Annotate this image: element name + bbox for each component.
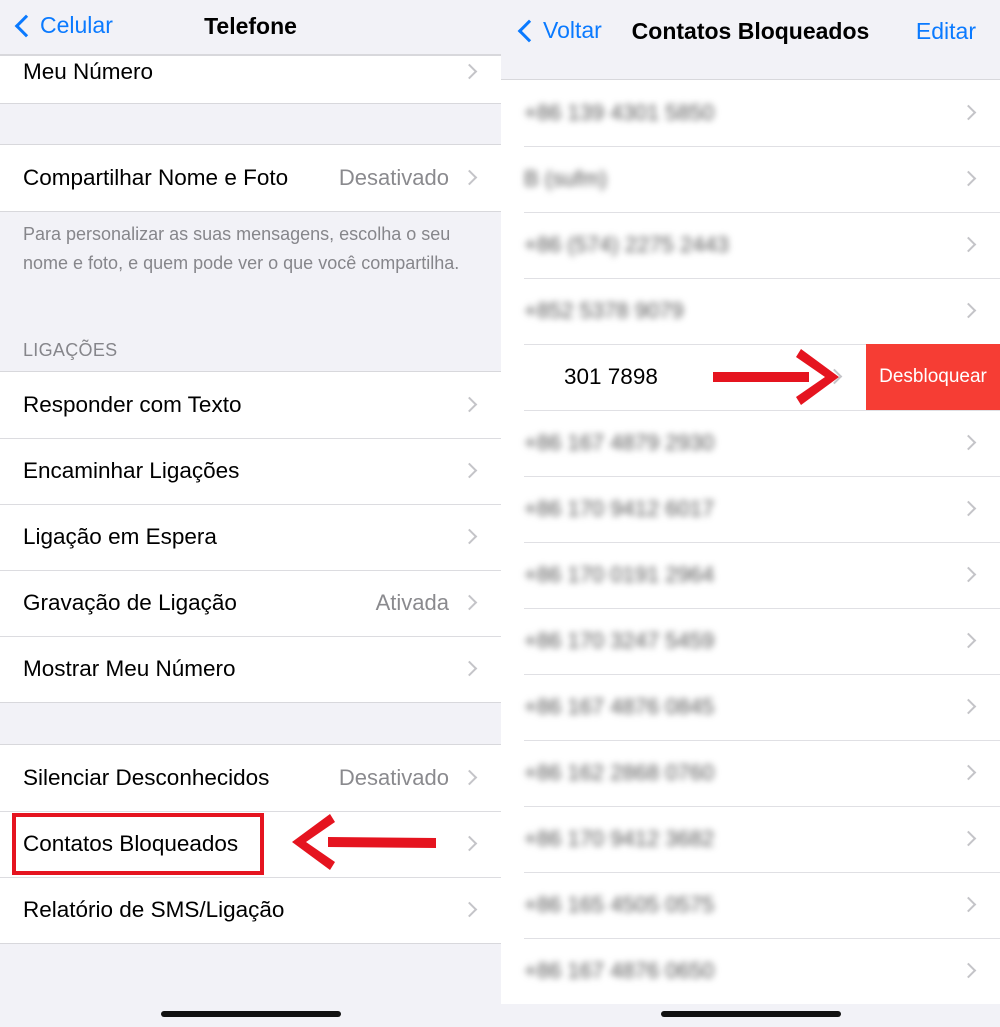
row-call-forwarding[interactable]: Encaminhar Ligações xyxy=(0,438,501,504)
chevron-right-icon xyxy=(960,302,977,319)
contact-number: 301 7898 xyxy=(564,364,658,389)
contact-number: +86 165 4505 0575 xyxy=(524,892,715,917)
home-indicator xyxy=(661,1011,841,1017)
nav-bar: Voltar Contatos Bloqueados Editar xyxy=(501,0,1000,80)
unblock-button[interactable]: Desbloquear xyxy=(866,344,1000,410)
blocked-contact-row[interactable]: +86 139 4301 5850 xyxy=(501,80,1000,146)
blocked-contact-row[interactable]: +86 167 4876 0845 xyxy=(501,674,1000,740)
chevron-right-icon xyxy=(461,901,478,918)
row-label: Gravação de Ligação xyxy=(23,590,237,615)
section-header-calls: LIGAÇÕES xyxy=(23,340,118,360)
my-number-group: Meu Número xyxy=(0,55,501,104)
row-show-my-number[interactable]: Mostrar Meu Número xyxy=(0,636,501,702)
blocked-contact-row[interactable]: +86 (574) 2275 2443 xyxy=(501,212,1000,278)
row-label: Mostrar Meu Número xyxy=(23,656,236,681)
row-label: Meu Número xyxy=(23,58,154,84)
row-call-recording[interactable]: Gravação de Ligação Ativada xyxy=(0,570,501,636)
nav-bar: Celular Telefone xyxy=(0,0,501,55)
chevron-right-icon xyxy=(461,169,478,186)
home-indicator xyxy=(161,1011,341,1017)
share-group: Compartilhar Nome e Foto Desativado xyxy=(0,144,501,212)
chevron-right-icon xyxy=(960,896,977,913)
calls-group: Responder com Texto Encaminhar Ligações … xyxy=(0,371,501,703)
contact-number: +86 170 0191 2964 xyxy=(524,562,715,587)
annotation-arrow-left-icon xyxy=(292,814,436,870)
contact-number: +86 170 3247 5459 xyxy=(524,628,715,653)
chevron-right-icon xyxy=(461,835,478,852)
chevron-right-icon xyxy=(461,594,478,611)
chevron-right-icon xyxy=(960,698,977,715)
contact-number: +86 167 4876 0650 xyxy=(524,958,715,983)
blocked-contact-row[interactable]: +86 167 4876 0650 xyxy=(501,938,1000,1004)
contact-number: +852 5378 9079 xyxy=(524,298,684,323)
row-call-waiting[interactable]: Ligação em Espera xyxy=(0,504,501,570)
contact-number: +86 167 4876 0845 xyxy=(524,694,715,719)
contact-number: +86 170 9412 3682 xyxy=(524,826,715,851)
blocked-contact-row[interactable]: +86 167 4879 2930 xyxy=(501,410,1000,476)
chevron-right-icon xyxy=(461,63,478,79)
annotation-highlight-box xyxy=(12,813,264,875)
row-share-name-photo[interactable]: Compartilhar Nome e Foto Desativado xyxy=(0,145,501,211)
row-label: Relatório de SMS/Ligação xyxy=(23,897,285,922)
chevron-right-icon xyxy=(960,236,977,253)
contact-number: +86 170 9412 6017 xyxy=(524,496,715,521)
contact-number: +86 139 4301 5850 xyxy=(524,100,715,125)
edit-button[interactable]: Editar xyxy=(916,18,976,45)
page-title: Telefone xyxy=(204,13,297,39)
blocked-contact-row[interactable]: +86 170 0191 2964 xyxy=(501,542,1000,608)
row-label: Responder com Texto xyxy=(23,392,242,417)
chevron-right-icon xyxy=(960,500,977,517)
contact-number: +86 167 4879 2930 xyxy=(524,430,715,455)
blocked-contact-row[interactable]: +86 170 9412 3682 xyxy=(501,806,1000,872)
contact-number: +86 162 2868 0760 xyxy=(524,760,715,785)
chevron-right-icon xyxy=(461,660,478,677)
phone-settings-screen: Celular Telefone Meu Número Compartilhar… xyxy=(0,0,501,1027)
blocked-contact-row[interactable]: +86 170 9412 6017 xyxy=(501,476,1000,542)
row-label: Ligação em Espera xyxy=(23,524,217,549)
blocked-contacts-list: +86 139 4301 5850 B (sufm) +86 (574) 2275 … xyxy=(501,80,1000,1004)
chevron-right-icon xyxy=(960,434,977,451)
row-label: Compartilhar Nome e Foto xyxy=(23,165,289,190)
row-reply-with-text[interactable]: Responder com Texto xyxy=(0,372,501,438)
row-value: Desativado xyxy=(338,765,449,790)
blocked-contact-row[interactable]: +86 162 2868 0760 xyxy=(501,740,1000,806)
chevron-right-icon xyxy=(960,830,977,847)
row-sms-call-report[interactable]: Relatório de SMS/Ligação xyxy=(0,877,501,943)
share-footnote: Para personalizar as suas mensagens, esc… xyxy=(23,224,460,273)
blocked-contacts-screen: Voltar Contatos Bloqueados Editar +86 13… xyxy=(501,0,1000,1027)
contact-number: B (sufm) xyxy=(524,166,608,191)
chevron-right-icon xyxy=(960,104,977,121)
blocked-contact-row[interactable]: +86 165 4505 0575 xyxy=(501,872,1000,938)
chevron-right-icon xyxy=(461,462,478,479)
row-label: Encaminhar Ligações xyxy=(23,458,240,483)
chevron-right-icon xyxy=(960,170,977,187)
chevron-right-icon xyxy=(960,764,977,781)
chevron-right-icon xyxy=(461,528,478,545)
row-silence-unknown[interactable]: Silenciar Desconhecidos Desativado xyxy=(0,745,501,811)
chevron-right-icon xyxy=(960,962,977,979)
annotation-arrow-right-icon xyxy=(713,349,839,405)
row-value: Desativado xyxy=(338,165,449,190)
row-label: Silenciar Desconhecidos xyxy=(23,765,270,790)
chevron-right-icon xyxy=(960,566,977,583)
blocked-contact-row[interactable]: +86 170 3247 5459 xyxy=(501,608,1000,674)
blocked-contact-row[interactable]: B (sufm) xyxy=(501,146,1000,212)
chevron-right-icon xyxy=(461,396,478,413)
chevron-right-icon xyxy=(461,769,478,786)
contact-number: +86 (574) 2275 2443 xyxy=(524,232,729,257)
blocked-contact-row[interactable]: +852 5378 9079 xyxy=(501,278,1000,344)
row-value: Ativada xyxy=(375,590,449,615)
chevron-right-icon xyxy=(960,632,977,649)
row-my-number[interactable]: Meu Número xyxy=(0,56,501,103)
